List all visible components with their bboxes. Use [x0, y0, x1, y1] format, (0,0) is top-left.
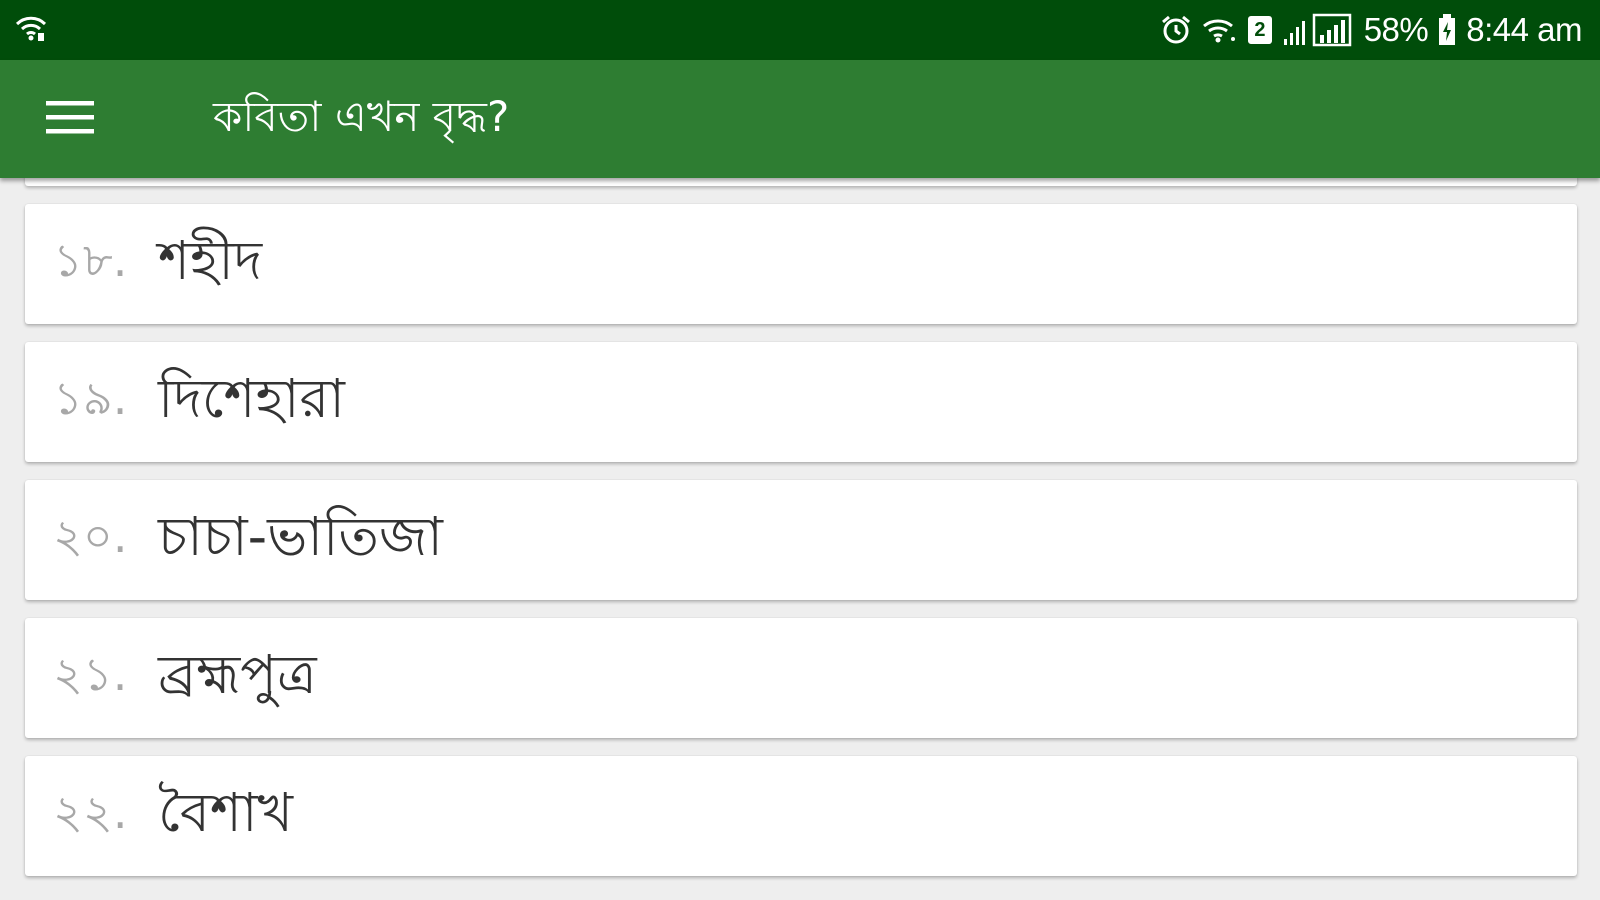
poem-list[interactable]: ১৮. শহীদ ১৯. দিশেহারা ২০. চাচা-ভাতিজা ২১… [0, 178, 1600, 900]
item-title: চাচা-ভাতিজা [158, 505, 443, 568]
item-number: ২০. [53, 509, 128, 563]
alarm-icon [1160, 14, 1192, 46]
sim-2-icon: 2 [1247, 16, 1272, 44]
list-item[interactable]: ১৯. দিশেহারা [25, 342, 1577, 462]
item-title: দিশেহারা [158, 367, 345, 430]
clock-time: 8:44 am [1466, 11, 1582, 48]
item-number: ২১. [53, 647, 128, 701]
battery-icon [1438, 14, 1456, 46]
app-bar: কবিতা এখন বৃদ্ধ? [0, 60, 1600, 178]
wifi-calling-icon [14, 13, 48, 47]
hamburger-menu-icon [46, 99, 94, 139]
list-item-partial[interactable] [25, 178, 1577, 186]
item-title: ব্রহ্মপুত্র [158, 643, 317, 706]
wifi-icon [1202, 15, 1238, 45]
item-number: ২২. [53, 785, 128, 839]
page-title: কবিতা এখন বৃদ্ধ? [213, 91, 510, 141]
list-item[interactable]: ২২. বৈশাখ [25, 756, 1577, 876]
list-item[interactable]: ২১. ব্রহ্মপুত্র [25, 618, 1577, 738]
item-title: শহীদ [158, 229, 263, 292]
menu-button[interactable] [35, 84, 105, 154]
item-number: ১৮. [53, 233, 128, 287]
list-item[interactable]: ১৮. শহীদ [25, 204, 1577, 324]
item-title: বৈশাখ [158, 781, 293, 844]
status-bar: 2 58% 8:44 am [0, 0, 1600, 60]
list-item[interactable]: ২০. চাচা-ভাতিজা [25, 480, 1577, 600]
battery-percent: 58% [1363, 11, 1429, 48]
item-number: ১৯. [53, 371, 128, 425]
signal-icon [1282, 13, 1354, 47]
